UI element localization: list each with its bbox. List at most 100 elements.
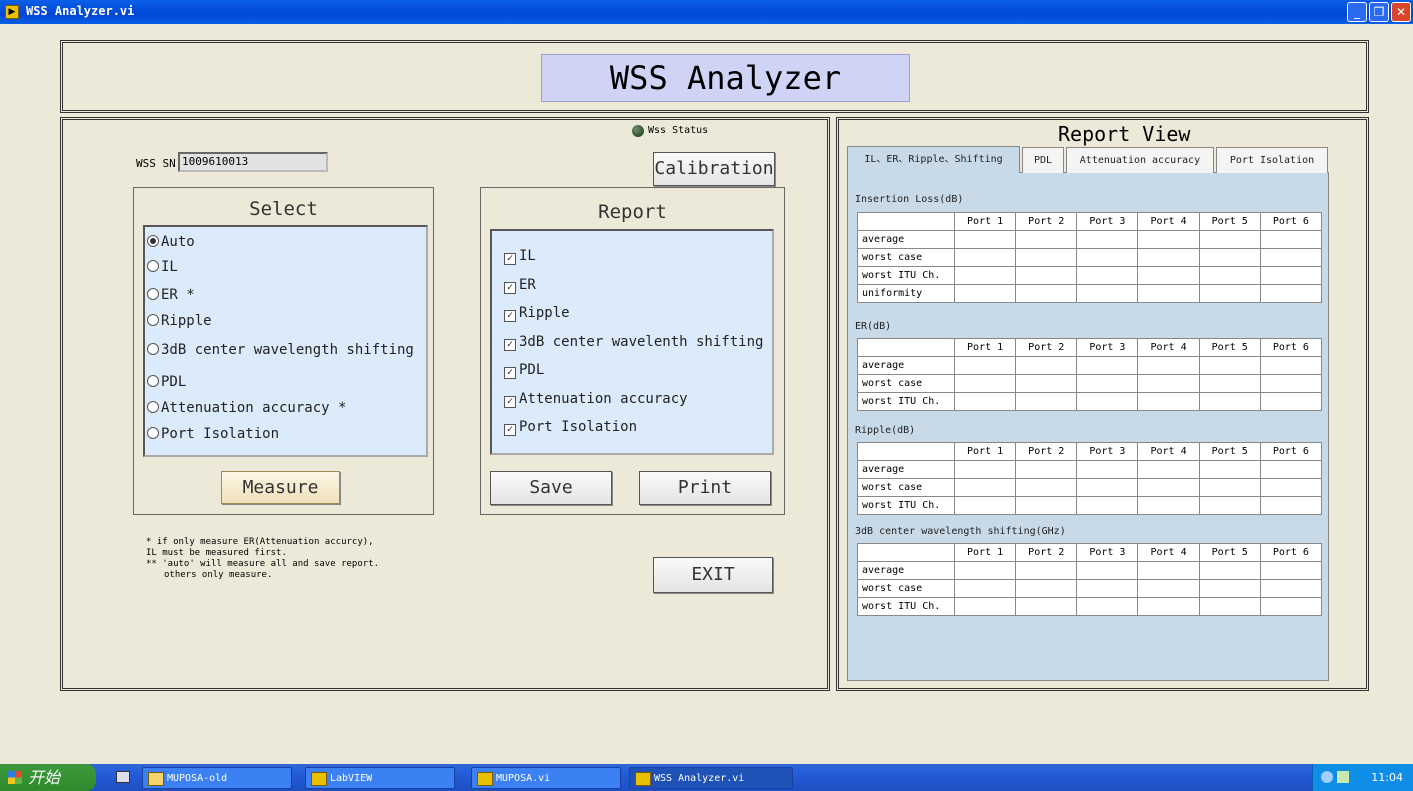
- table-cell[interactable]: [1015, 374, 1078, 393]
- table-cell[interactable]: [1259, 597, 1323, 616]
- table-cell[interactable]: [953, 496, 1017, 515]
- radio-auto[interactable]: Auto: [147, 234, 195, 250]
- table-cell[interactable]: [1137, 356, 1200, 375]
- measure-button[interactable]: Measure: [221, 471, 340, 504]
- table-cell[interactable]: [1015, 478, 1078, 497]
- table-cell[interactable]: [1198, 478, 1261, 497]
- table-cell[interactable]: [1259, 248, 1323, 267]
- checkbox-port-isolation[interactable]: ✓ Port Isolation: [504, 419, 637, 436]
- tab-port-isolation[interactable]: Port Isolation: [1216, 147, 1328, 173]
- restore-icon[interactable]: ❐: [1369, 2, 1389, 22]
- print-button[interactable]: Print: [639, 471, 771, 505]
- network-icon[interactable]: [1321, 771, 1333, 783]
- table-cell[interactable]: [1198, 392, 1261, 411]
- start-button[interactable]: 开始: [0, 764, 96, 791]
- radio-3db-shifting[interactable]: 3dB center wavelength shifting: [147, 342, 414, 358]
- taskbar-item-muposa-vi[interactable]: MUPOSA.vi: [471, 767, 621, 789]
- table-cell[interactable]: [953, 392, 1017, 411]
- table-cell[interactable]: [1015, 392, 1078, 411]
- table-cell[interactable]: [1076, 356, 1139, 375]
- table-cell[interactable]: [1198, 356, 1261, 375]
- taskbar-item-muposa-old[interactable]: MUPOSA-old: [142, 767, 292, 789]
- minimize-icon[interactable]: _: [1347, 2, 1367, 22]
- table-cell[interactable]: [953, 597, 1017, 616]
- table-cell[interactable]: [1076, 248, 1139, 267]
- checkbox-il[interactable]: ✓ IL: [504, 248, 536, 265]
- table-cell[interactable]: [1137, 597, 1200, 616]
- table-cell[interactable]: [1076, 478, 1139, 497]
- checkbox-pdl[interactable]: ✓ PDL: [504, 362, 544, 379]
- table-cell[interactable]: [1137, 561, 1200, 580]
- table-cell[interactable]: [1198, 579, 1261, 598]
- table-cell[interactable]: [1198, 460, 1261, 479]
- volume-icon[interactable]: [1337, 771, 1349, 783]
- table-cell[interactable]: [1259, 230, 1323, 249]
- tab-pdl[interactable]: PDL: [1022, 147, 1064, 173]
- table-cell[interactable]: [953, 248, 1017, 267]
- table-cell[interactable]: [1015, 266, 1078, 285]
- table-cell[interactable]: [1198, 284, 1261, 303]
- table-cell[interactable]: [1259, 478, 1323, 497]
- table-cell[interactable]: [1137, 579, 1200, 598]
- exit-button[interactable]: EXIT: [653, 557, 773, 593]
- table-cell[interactable]: [953, 266, 1017, 285]
- table-cell[interactable]: [1198, 374, 1261, 393]
- table-cell[interactable]: [1259, 266, 1323, 285]
- table-cell[interactable]: [1015, 284, 1078, 303]
- table-cell[interactable]: [1137, 248, 1200, 267]
- sn-field[interactable]: 1009610013: [178, 152, 328, 172]
- table-cell[interactable]: [1137, 284, 1200, 303]
- table-cell[interactable]: [953, 460, 1017, 479]
- table-cell[interactable]: [1198, 597, 1261, 616]
- save-button[interactable]: Save: [490, 471, 612, 505]
- radio-il[interactable]: IL: [147, 259, 178, 275]
- tab-attenuation-accuracy[interactable]: Attenuation accuracy: [1066, 147, 1214, 173]
- table-cell[interactable]: [1076, 392, 1139, 411]
- table-cell[interactable]: [953, 579, 1017, 598]
- table-cell[interactable]: [1076, 561, 1139, 580]
- checkbox-er[interactable]: ✓ ER: [504, 277, 536, 294]
- table-cell[interactable]: [1076, 496, 1139, 515]
- table-cell[interactable]: [1015, 496, 1078, 515]
- table-cell[interactable]: [953, 374, 1017, 393]
- table-cell[interactable]: [1076, 230, 1139, 249]
- table-cell[interactable]: [1137, 460, 1200, 479]
- table-cell[interactable]: [1076, 374, 1139, 393]
- table-cell[interactable]: [1137, 392, 1200, 411]
- table-cell[interactable]: [1015, 356, 1078, 375]
- table-cell[interactable]: [1198, 266, 1261, 285]
- table-cell[interactable]: [1137, 374, 1200, 393]
- table-cell[interactable]: [953, 230, 1017, 249]
- table-cell[interactable]: [1198, 561, 1261, 580]
- table-cell[interactable]: [1137, 478, 1200, 497]
- table-cell[interactable]: [1137, 266, 1200, 285]
- radio-port-isolation[interactable]: Port Isolation: [147, 426, 279, 442]
- table-cell[interactable]: [1076, 579, 1139, 598]
- table-cell[interactable]: [1137, 230, 1200, 249]
- table-cell[interactable]: [1198, 496, 1261, 515]
- table-cell[interactable]: [1076, 266, 1139, 285]
- table-cell[interactable]: [1198, 248, 1261, 267]
- checkbox-3db-shifting[interactable]: ✓ 3dB center wavelenth shifting: [504, 334, 763, 351]
- close-icon[interactable]: ✕: [1391, 2, 1411, 22]
- table-cell[interactable]: [953, 356, 1017, 375]
- calibration-button[interactable]: Calibration: [653, 152, 775, 186]
- show-desktop-icon[interactable]: [116, 771, 130, 783]
- table-cell[interactable]: [1259, 356, 1323, 375]
- checkbox-ripple[interactable]: ✓ Ripple: [504, 305, 570, 322]
- table-cell[interactable]: [1259, 284, 1323, 303]
- table-cell[interactable]: [1259, 392, 1323, 411]
- table-cell[interactable]: [1259, 374, 1323, 393]
- taskbar-item-labview[interactable]: LabVIEW: [305, 767, 455, 789]
- table-cell[interactable]: [1015, 460, 1078, 479]
- table-cell[interactable]: [1015, 248, 1078, 267]
- table-cell[interactable]: [1259, 579, 1323, 598]
- radio-ripple[interactable]: Ripple: [147, 313, 212, 329]
- table-cell[interactable]: [1137, 496, 1200, 515]
- table-cell[interactable]: [953, 561, 1017, 580]
- checkbox-attenuation[interactable]: ✓ Attenuation accuracy: [504, 391, 688, 408]
- table-cell[interactable]: [1259, 496, 1323, 515]
- table-cell[interactable]: [1076, 597, 1139, 616]
- table-cell[interactable]: [1015, 597, 1078, 616]
- radio-er[interactable]: ER *: [147, 287, 195, 303]
